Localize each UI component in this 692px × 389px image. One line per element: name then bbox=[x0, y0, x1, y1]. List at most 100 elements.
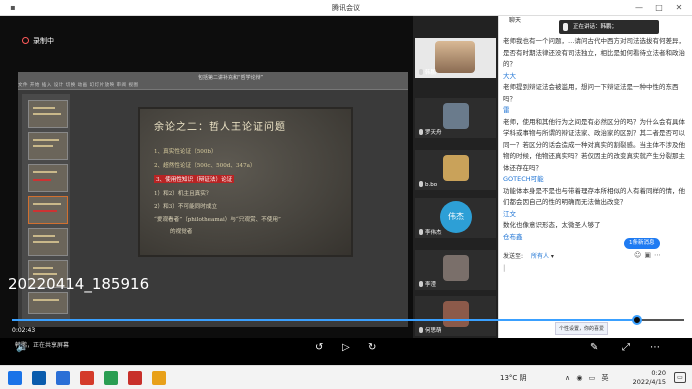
play-icon[interactable]: ▷ bbox=[342, 342, 350, 353]
avatar bbox=[443, 301, 469, 327]
rewind-10-icon[interactable]: ↺ bbox=[315, 342, 323, 353]
slide-thumbnail bbox=[28, 100, 68, 128]
mic-icon bbox=[563, 23, 568, 31]
ppt-window-title: 包括第二讲补充和“哲学论辩” bbox=[198, 75, 264, 81]
app-icon[interactable] bbox=[104, 371, 118, 385]
app-icon[interactable] bbox=[80, 371, 94, 385]
slide-line: 1）和2）机主且真实？ bbox=[154, 191, 212, 197]
recording-label: 录制中 bbox=[33, 37, 54, 45]
mic-icon bbox=[419, 69, 423, 75]
participant-name: 何思萌 bbox=[419, 326, 442, 334]
recording-indicator: 录制中 bbox=[22, 36, 54, 46]
slide-thumbnail bbox=[28, 164, 68, 192]
slide-line: 1、真实性论证（500b） bbox=[154, 149, 217, 155]
clock-date: 2022/4/15 bbox=[632, 378, 666, 386]
participant-video bbox=[435, 41, 475, 73]
fullscreen-icon[interactable]: ⤢ bbox=[622, 342, 630, 353]
slide-title: 余论之二：哲人王论证问题 bbox=[154, 122, 286, 133]
speaking-indicator: 正在讲话：韩鹏； bbox=[559, 20, 659, 34]
mic-icon bbox=[419, 181, 423, 187]
chat-message-text: 老师，使用和其他行为之间是有必然区分的吗？为什么会有具体学科或事物与所谓的辩证法… bbox=[503, 117, 685, 172]
chat-tools: ☺▣⋯ bbox=[634, 251, 664, 259]
ppt-tabs: 文件 开始 插入 设计 切换 动画 幻灯片放映 审阅 视图 bbox=[18, 83, 139, 88]
taskbar: 13°C 阴 ∧ ◉ ▭ 英 0:20 2022/4/15 ▭ bbox=[0, 365, 692, 389]
chat-sender: 江文 bbox=[503, 209, 516, 218]
edit-icon[interactable]: ✎ bbox=[590, 342, 598, 353]
window-title: 腾讯会议 bbox=[332, 4, 360, 12]
participant-name: 罗天舟 bbox=[419, 128, 442, 136]
participant-tile[interactable]: 何思萌 bbox=[415, 296, 496, 336]
forward-30-icon[interactable]: ↻ bbox=[368, 342, 376, 353]
chat-message-text: 老师我也有一个问题，…请问古代中西方对司法选拔有何差异，是否有时期法律还没有司法… bbox=[503, 37, 685, 68]
participant-tile[interactable]: 李滢 bbox=[415, 250, 496, 290]
participant-tile[interactable]: 韩鹏 bbox=[415, 38, 496, 78]
send-to-label: 发送至: bbox=[503, 253, 524, 260]
image-icon[interactable]: ▣ bbox=[644, 251, 654, 259]
app-icon[interactable] bbox=[56, 371, 70, 385]
record-dot-icon bbox=[22, 37, 29, 44]
participant-name: b.bo bbox=[419, 181, 437, 188]
participant-name: 李伟杰 bbox=[419, 228, 442, 236]
participant-name: 韩鹏 bbox=[419, 68, 436, 76]
time-total: 2:28:03 bbox=[656, 327, 680, 334]
clock-time: 0:20 bbox=[651, 369, 666, 377]
ppt-ribbon: 包括第二讲补充和“哲学论辩” 文件 开始 插入 设计 切换 动画 幻灯片放映 审… bbox=[18, 72, 408, 90]
weather[interactable]: 13°C 阴 bbox=[500, 373, 527, 383]
system-tray[interactable]: ∧ ◉ ▭ 英 bbox=[565, 373, 611, 383]
avatar bbox=[443, 103, 469, 129]
slide-line-highlight: 3、使用性知识（辩证法）论证 bbox=[154, 175, 235, 183]
minimize-icon[interactable]: — bbox=[632, 2, 646, 14]
slide-line: “爱观看者”（philotheamai）与“只观赏、不使用” bbox=[154, 217, 281, 223]
app-icon[interactable] bbox=[152, 371, 166, 385]
participant-tile[interactable]: b.bo bbox=[415, 150, 496, 190]
more-options-icon[interactable]: ⋯ bbox=[650, 342, 660, 353]
avatar bbox=[443, 255, 469, 281]
chat-message-text: 老师提到辩证法会被滥用，想问一下辩证法是一种中性的东西吗？ bbox=[503, 83, 679, 103]
chat-message-text: 数化也像意识形态，太微圣人够了 bbox=[503, 221, 601, 229]
slide-thumbnail bbox=[28, 132, 68, 160]
mic-icon bbox=[419, 129, 423, 135]
start-icon[interactable] bbox=[8, 371, 22, 385]
mic-icon bbox=[419, 229, 423, 235]
clock[interactable]: 0:20 2022/4/15 bbox=[633, 369, 666, 387]
slide-line: 2）和3）不可能同时成立 bbox=[154, 204, 218, 210]
progress-bar[interactable] bbox=[12, 315, 684, 325]
mic-icon bbox=[419, 327, 423, 333]
app-icon[interactable] bbox=[128, 371, 142, 385]
emoji-icon[interactable]: ☺ bbox=[634, 251, 644, 259]
participant-name: 李滢 bbox=[419, 280, 436, 288]
avatar: 伟杰 bbox=[440, 201, 472, 233]
slide-line: 2、超然性论证（500c、500d、347a） bbox=[154, 163, 256, 169]
maximize-icon[interactable]: □ bbox=[652, 2, 666, 14]
slide-line: 的视觉者 bbox=[170, 229, 193, 235]
chat-panel: 聊天 正在讲话：韩鹏； 老师我也有一个问题，…请问古代中西方对司法选拔有何差异，… bbox=[498, 16, 692, 338]
send-to-dropdown[interactable]: 所有人 bbox=[531, 253, 549, 260]
chat-sender: GOTECH可能 bbox=[503, 175, 544, 183]
app-icon[interactable] bbox=[32, 371, 46, 385]
progress-fill bbox=[12, 319, 637, 321]
chat-messages: 老师我也有一个问题，…请问古代中西方对司法选拔有何差异，是否有时期法律还没有司法… bbox=[503, 36, 688, 243]
time-current: 0:02:43 bbox=[12, 327, 36, 334]
slide-thumbnail bbox=[28, 228, 68, 256]
participant-tile[interactable]: 伟杰 李伟杰 bbox=[415, 198, 496, 238]
chat-message-text: 功能体本身是不是也与带着理存本所相似的人有着同样的情，他们都会因自己的性的明确而… bbox=[503, 186, 685, 207]
chat-sender: 仓布鑫 bbox=[503, 232, 523, 241]
close-icon[interactable]: ✕ bbox=[672, 2, 686, 14]
volume-icon[interactable]: 🔈 bbox=[16, 342, 28, 353]
app-icon: ▪ bbox=[10, 3, 16, 12]
participant-list: 韩鹏 罗天舟 b.bo 伟杰 李伟杰 李滢 何思萌 bbox=[413, 16, 498, 338]
chat-sender: 大大 bbox=[503, 71, 516, 80]
chat-sender: 雷 bbox=[503, 106, 510, 114]
current-slide: 余论之二：哲人王论证问题 1、真实性论证（500b） 2、超然性论证（500c、… bbox=[138, 107, 353, 257]
notification-icon[interactable]: ▭ bbox=[674, 372, 686, 383]
title-bar: 腾讯会议 ▪ — □ ✕ bbox=[0, 0, 692, 16]
participant-tile[interactable]: 罗天舟 bbox=[415, 98, 496, 138]
send-to[interactable]: 发送至: 所有人 ▾ bbox=[503, 251, 554, 260]
avatar bbox=[443, 155, 469, 181]
progress-knob[interactable] bbox=[631, 315, 642, 325]
tooltip: 个性设置，你的喜爱 bbox=[555, 322, 609, 335]
more-icon[interactable]: ⋯ bbox=[654, 251, 664, 259]
slide-thumbnail-active bbox=[28, 196, 68, 224]
new-messages-button[interactable]: 1条新消息 bbox=[624, 238, 660, 249]
chat-input[interactable]: | bbox=[503, 264, 505, 272]
